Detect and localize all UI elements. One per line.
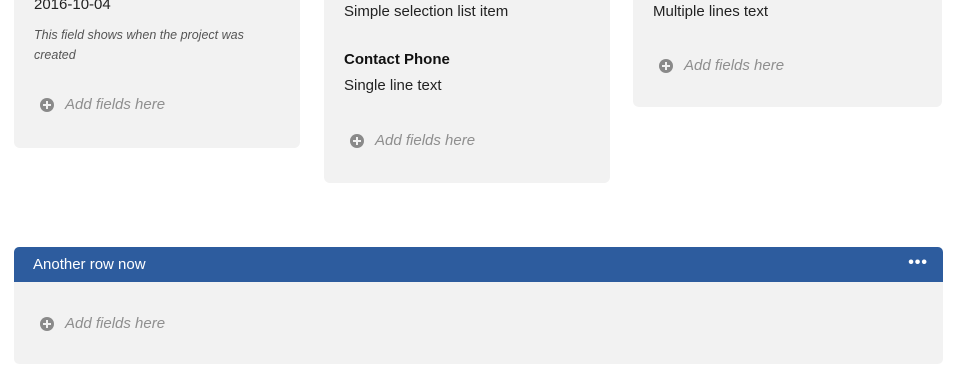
add-fields-button-col2[interactable]: Add fields here (350, 132, 475, 149)
date-field-help-text: This field shows when the project was cr… (34, 28, 244, 62)
add-fields-button-row2[interactable]: Add fields here (40, 315, 165, 332)
column-card-3: Multiple lines text Add fields here (633, 0, 942, 107)
plus-circle-icon (40, 316, 54, 331)
row-title: Another row now (33, 256, 146, 273)
layout-row-section: Another row now ••• Add fields here (14, 247, 943, 364)
plus-circle-icon (40, 97, 54, 112)
row-menu-icon[interactable]: ••• (908, 253, 928, 273)
add-fields-button-col3[interactable]: Add fields here (659, 57, 784, 74)
selection-field-value[interactable]: Simple selection list item (344, 3, 508, 20)
contact-phone-label: Contact Phone (344, 51, 450, 68)
contact-phone-value[interactable]: Single line text (344, 77, 442, 94)
multiline-field-value[interactable]: Multiple lines text (653, 3, 768, 20)
add-fields-label: Add fields here (375, 132, 476, 149)
plus-circle-icon (350, 133, 364, 148)
date-field-value[interactable]: 2016-10-04 (34, 0, 111, 13)
add-fields-button-col1[interactable]: Add fields here (40, 96, 165, 113)
row-header: Another row now ••• (14, 247, 943, 282)
plus-circle-icon (659, 58, 673, 73)
add-fields-label: Add fields here (684, 57, 785, 74)
column-card-2: Simple selection list item Contact Phone… (324, 0, 610, 183)
add-fields-label: Add fields here (65, 315, 166, 332)
column-card-1: 2016-10-04 This field shows when the pro… (14, 0, 300, 148)
add-fields-label: Add fields here (65, 96, 166, 113)
